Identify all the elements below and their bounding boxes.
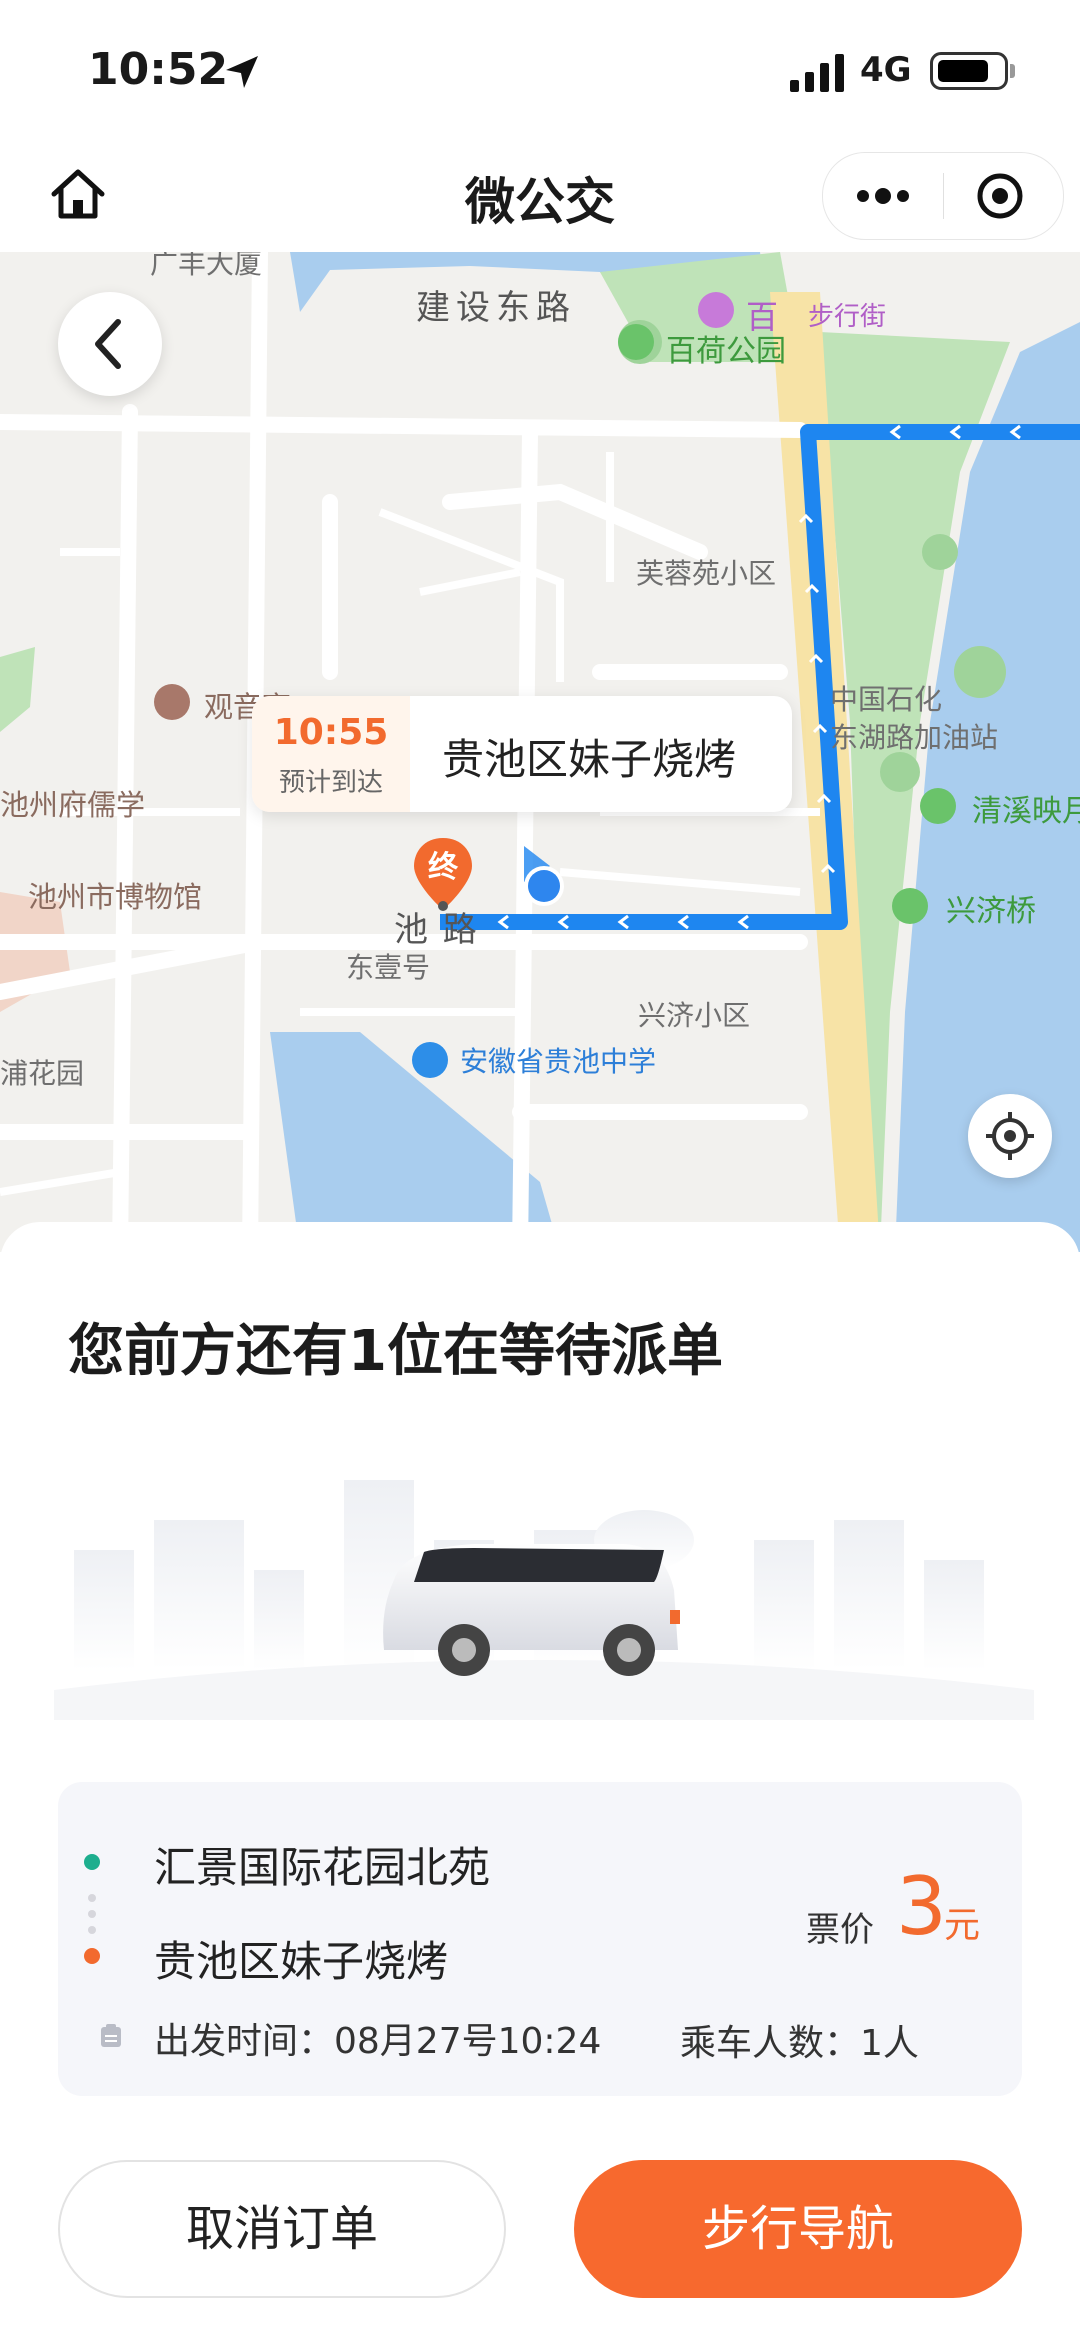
mini-program-capsule	[822, 152, 1064, 240]
chevron-left-icon	[95, 319, 121, 369]
eta-time-block: 10:55 预计到达	[252, 696, 410, 812]
crosshair-icon	[986, 1112, 1034, 1160]
map-label-guangfeng: 广丰大厦	[150, 252, 263, 280]
departure-time: 出发时间：08月27号10:24	[154, 2021, 602, 2062]
more-icon[interactable]	[853, 177, 913, 215]
map-label-puhuayuan: 浦花园	[0, 1057, 85, 1090]
trip-destination: 贵池区妹子烧烤	[154, 1937, 449, 1986]
shop-poi-icon	[698, 292, 734, 328]
ticket-price-unit: 元	[944, 1905, 981, 1946]
map-label-sinopec: 中国石化	[830, 683, 943, 716]
map-label-guichi-school: 安徽省贵池中学	[460, 1045, 657, 1078]
school-poi-icon	[412, 1042, 448, 1078]
end-dot-icon	[84, 1948, 100, 1964]
park-poi-icon-2	[920, 788, 956, 824]
signal-icon	[790, 54, 844, 92]
map-label-chizhou-school: 池州府儒学	[0, 788, 146, 822]
route-dots-icon-3	[88, 1926, 96, 1934]
battery-cap	[1010, 64, 1015, 78]
status-bar: 10:52 4G	[0, 0, 1080, 140]
eta-time: 10:55	[273, 712, 389, 753]
cancel-order-button[interactable]: 取消订单	[58, 2160, 506, 2298]
title-bar: 微公交	[0, 140, 1080, 252]
status-time: 10:52	[88, 44, 229, 95]
map-label-jianshe-east: 建设东路	[416, 288, 576, 328]
walking-navigation-button[interactable]: 步行导航	[574, 2160, 1022, 2298]
map-view[interactable]: 广丰大厦 百荷公园 建设东路 百 步行街 芙蓉苑小区 观音亭 中国石化 东湖路加…	[0, 252, 1080, 1252]
map-label-donghu-gas: 东湖路加油站	[830, 721, 999, 754]
clipboard-icon	[101, 2024, 121, 2047]
order-sheet: 您前方还有1位在等待派单 汇景国际花园北苑 贵池区妹子烧烤 票价 3 元 出发时…	[0, 1222, 1080, 2337]
route-dots-icon	[88, 1894, 96, 1902]
destination-pin-label: 终	[428, 850, 458, 885]
location-arrow-icon	[226, 56, 258, 88]
locate-button[interactable]	[968, 1094, 1052, 1178]
close-target-icon[interactable]	[975, 171, 1025, 221]
queue-status-title: 您前方还有1位在等待派单	[68, 1319, 723, 1384]
ticket-price-label: 票价	[806, 1910, 874, 1950]
ticket-price-value: 3	[896, 1860, 947, 1953]
route-dots-icon-2	[88, 1910, 96, 1918]
eta-destination: 贵池区妹子烧烤	[442, 735, 737, 784]
trip-info-card: 汇景国际花园北苑 贵池区妹子烧烤 票价 3 元 出发时间：08月27号10:24…	[58, 1782, 1022, 2096]
map-label-xingji-bridge: 兴济桥	[946, 894, 1036, 929]
passenger-count: 乘车人数：1人	[680, 2023, 919, 2064]
map-label-dongyihao: 东壹号	[346, 951, 431, 984]
eta-subtitle: 预计到达	[278, 768, 383, 798]
map-label-furongyuan: 芙蓉苑小区	[636, 557, 777, 590]
map-label-museum: 池州市博物馆	[28, 880, 203, 914]
map-label-qingxi: 清溪映月	[972, 794, 1080, 829]
map-label-bai: 百	[746, 298, 779, 336]
capsule-divider	[943, 173, 944, 219]
my-location-icon	[524, 846, 564, 906]
park-poi-icon-3	[892, 888, 928, 924]
map-label-walking-street: 步行街	[808, 302, 887, 332]
map-label-xingji-community: 兴济小区	[638, 999, 751, 1032]
temple-poi-icon	[154, 684, 190, 720]
eta-card: 10:55 预计到达 贵池区妹子烧烤	[252, 696, 792, 812]
back-button[interactable]	[58, 292, 162, 396]
network-type: 4G	[860, 50, 912, 90]
start-dot-icon	[84, 1854, 100, 1870]
park-poi-icon	[618, 324, 654, 360]
trip-origin: 汇景国际花园北苑	[154, 1843, 491, 1892]
bus-illustration	[54, 1480, 1034, 1720]
battery-icon	[930, 52, 1008, 90]
